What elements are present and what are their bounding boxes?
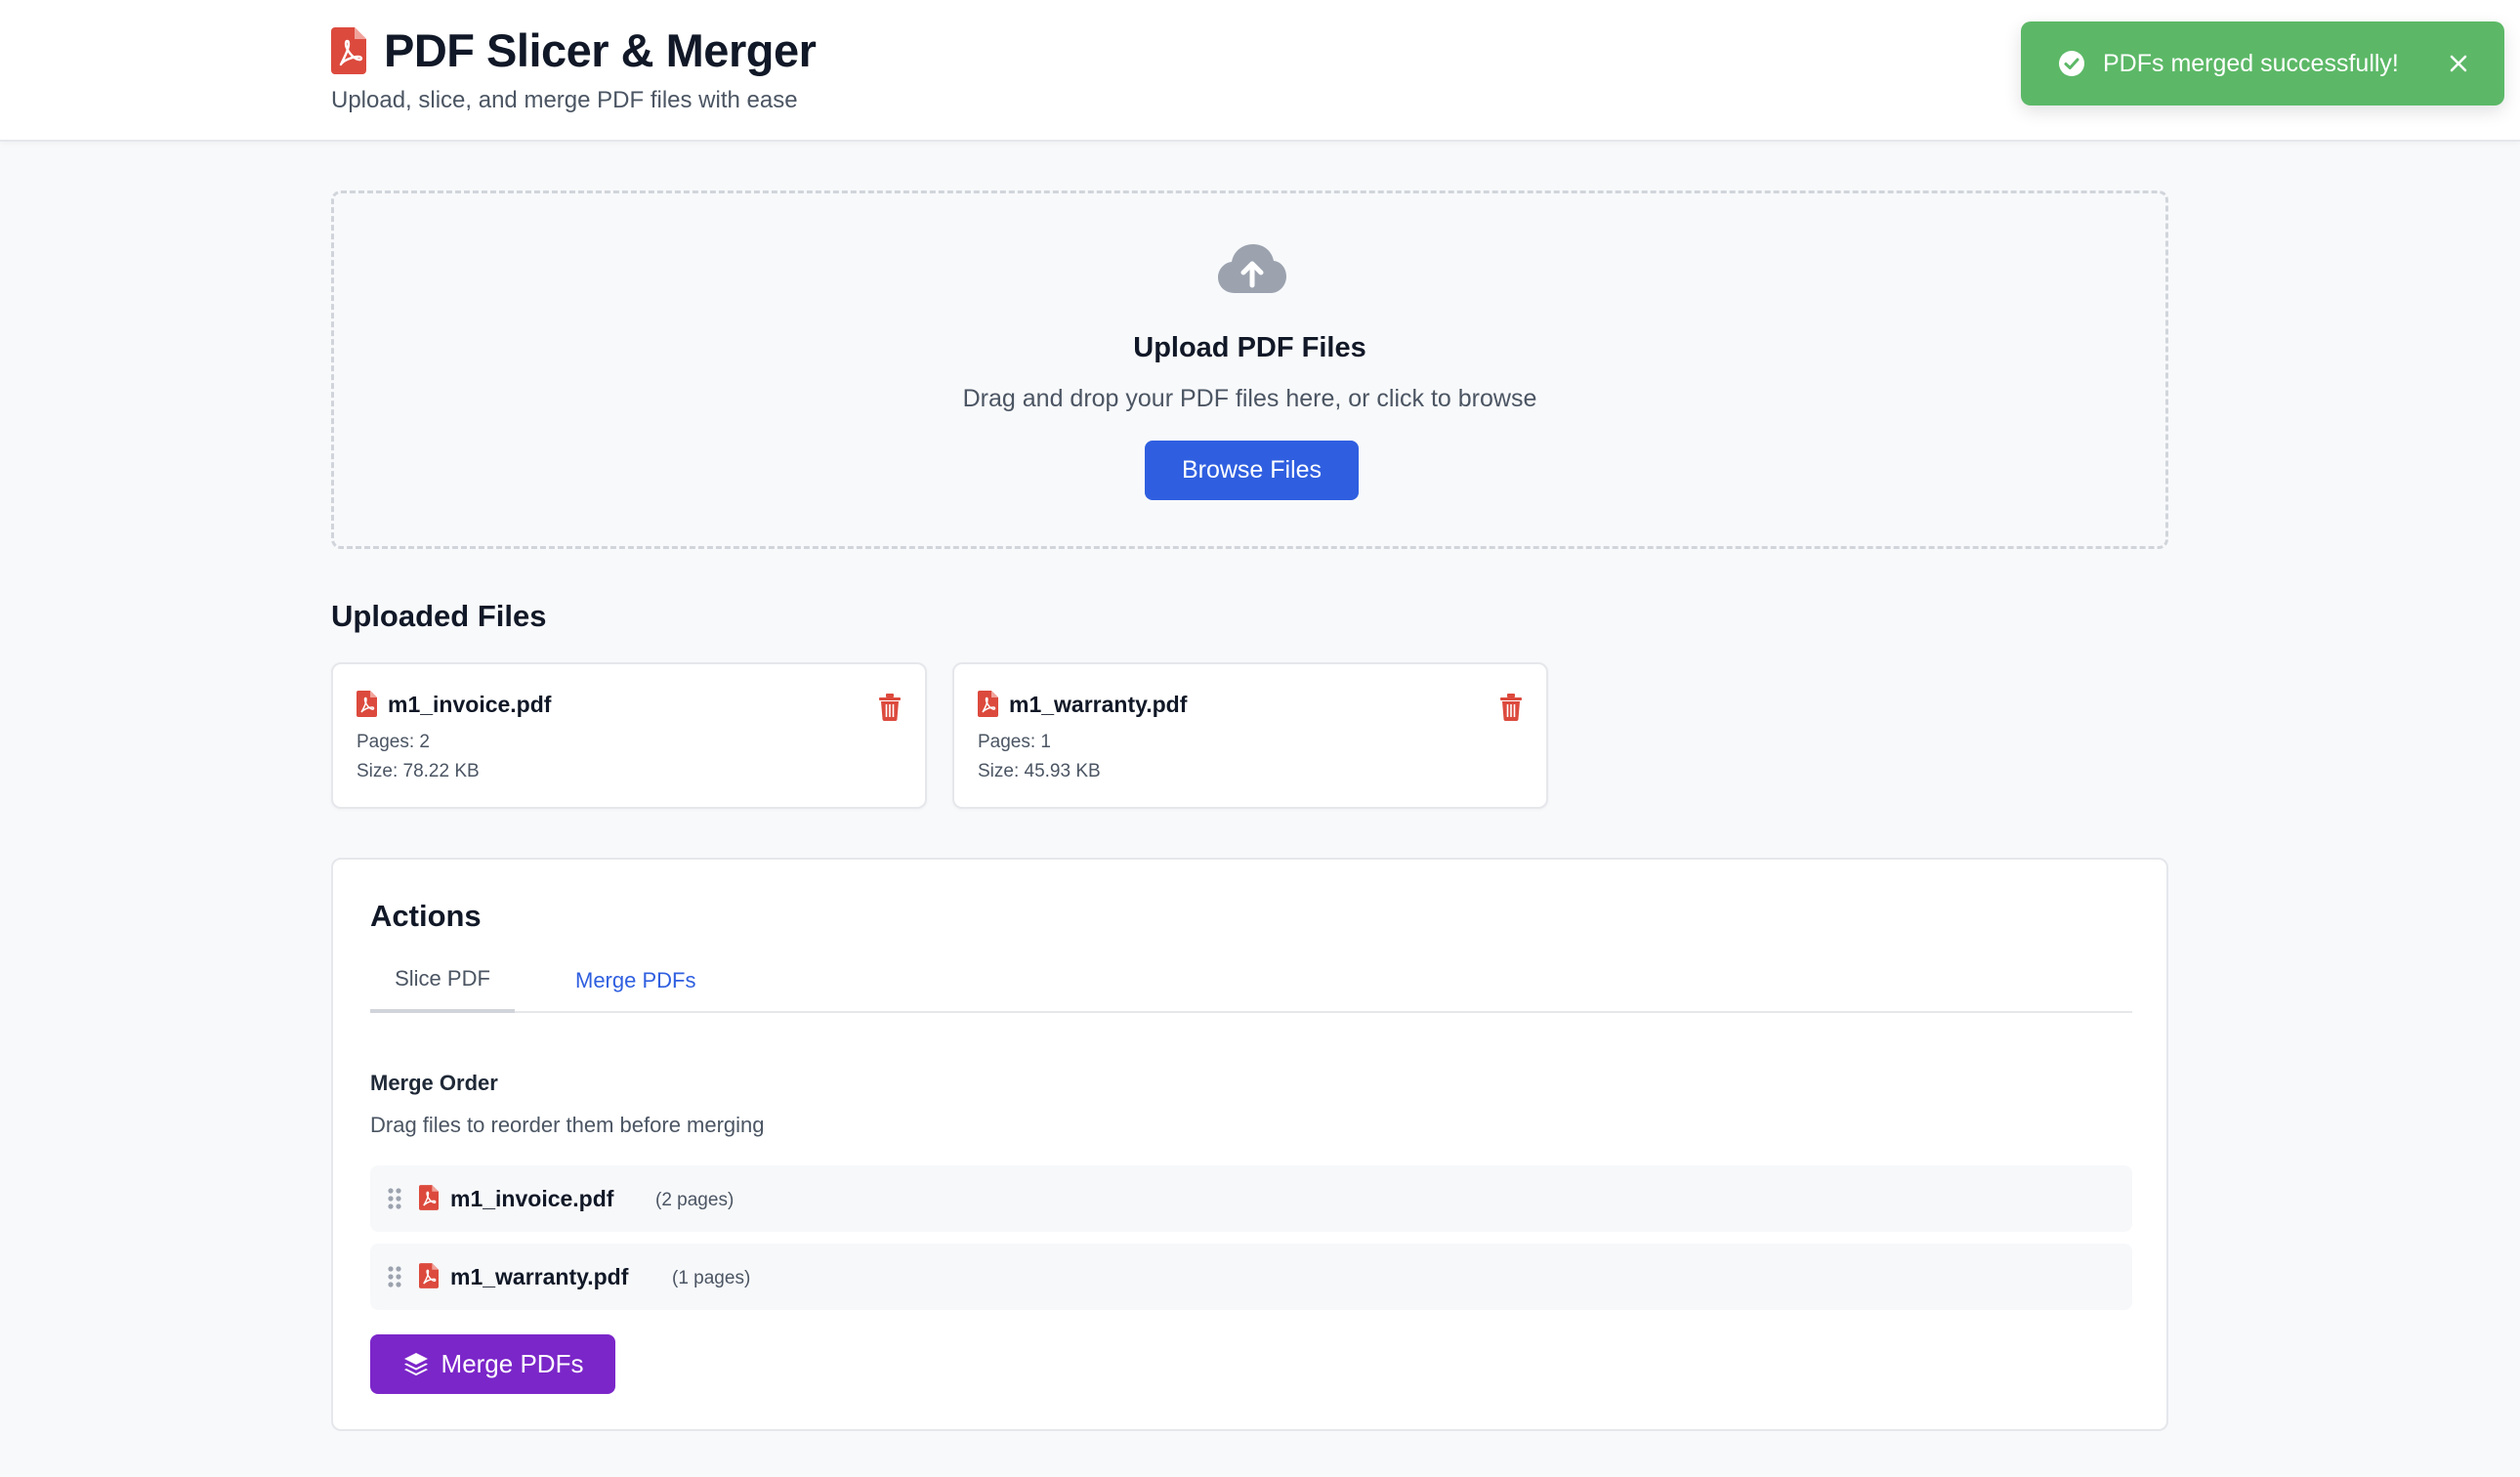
file-card: m1_invoice.pdf Pages: 2 Size: 78.22 KB	[331, 662, 927, 809]
upload-title: Upload PDF Files	[1133, 332, 1366, 363]
close-icon[interactable]	[2448, 53, 2469, 74]
browse-files-button[interactable]: Browse Files	[1145, 441, 1359, 500]
pdf-file-icon	[419, 1185, 439, 1210]
trash-icon[interactable]	[1499, 694, 1523, 721]
uploaded-files-heading: Uploaded Files	[331, 599, 547, 633]
file-size: Size: 78.22 KB	[357, 761, 480, 781]
merge-order-item[interactable]: m1_invoice.pdf (2 pages)	[370, 1165, 2132, 1232]
file-pages: Pages: 1	[978, 732, 1051, 752]
upload-subtitle: Drag and drop your PDF files here, or cl…	[962, 385, 1537, 412]
merge-button-label: Merge PDFs	[441, 1349, 584, 1378]
trash-icon[interactable]	[878, 694, 902, 721]
actions-panel: Actions Slice PDF Merge PDFs Merge Order…	[331, 858, 2168, 1431]
merge-item-pages: (1 pages)	[672, 1268, 751, 1288]
page-title: PDF Slicer & Merger	[384, 24, 817, 76]
pdf-file-icon	[419, 1263, 439, 1288]
pdf-file-icon	[357, 691, 377, 717]
page-subtitle: Upload, slice, and merge PDF files with …	[331, 87, 798, 113]
merge-order-item[interactable]: m1_warranty.pdf (1 pages)	[370, 1244, 2132, 1310]
file-size: Size: 45.93 KB	[978, 761, 1101, 781]
file-name: m1_invoice.pdf	[388, 692, 552, 717]
action-tabs: Slice PDF Merge PDFs	[370, 964, 2132, 1013]
header-content: PDF Slicer & Merger Upload, slice, and m…	[331, 23, 817, 114]
title-row: PDF Slicer & Merger	[331, 23, 817, 77]
pdf-file-icon	[331, 26, 366, 74]
drag-handle-icon[interactable]	[387, 1265, 402, 1288]
merge-order-hint: Drag files to reorder them before mergin…	[370, 1113, 765, 1137]
cloud-upload-icon	[1218, 244, 1286, 293]
actions-heading: Actions	[370, 899, 482, 933]
tab-merge-pdfs[interactable]: Merge PDFs	[575, 964, 695, 1013]
success-toast: PDFs merged successfully!	[2021, 21, 2504, 106]
merge-item-pages: (2 pages)	[655, 1190, 735, 1210]
merge-order-label: Merge Order	[370, 1071, 498, 1095]
toast-message: PDFs merged successfully!	[2103, 49, 2399, 77]
merge-pdfs-button[interactable]: Merge PDFs	[370, 1334, 615, 1394]
check-circle-icon	[2059, 51, 2084, 76]
file-pages: Pages: 2	[357, 732, 430, 752]
drag-handle-icon[interactable]	[387, 1187, 402, 1210]
merge-item-name: m1_invoice.pdf	[450, 1186, 614, 1211]
layers-icon	[403, 1352, 428, 1375]
file-name: m1_warranty.pdf	[1009, 692, 1188, 717]
tab-slice-pdf[interactable]: Slice PDF	[370, 964, 515, 1013]
file-card: m1_warranty.pdf Pages: 1 Size: 45.93 KB	[952, 662, 1548, 809]
merge-item-name: m1_warranty.pdf	[450, 1264, 629, 1289]
pdf-file-icon	[978, 691, 998, 717]
upload-dropzone[interactable]: Upload PDF Files Drag and drop your PDF …	[331, 190, 2168, 549]
